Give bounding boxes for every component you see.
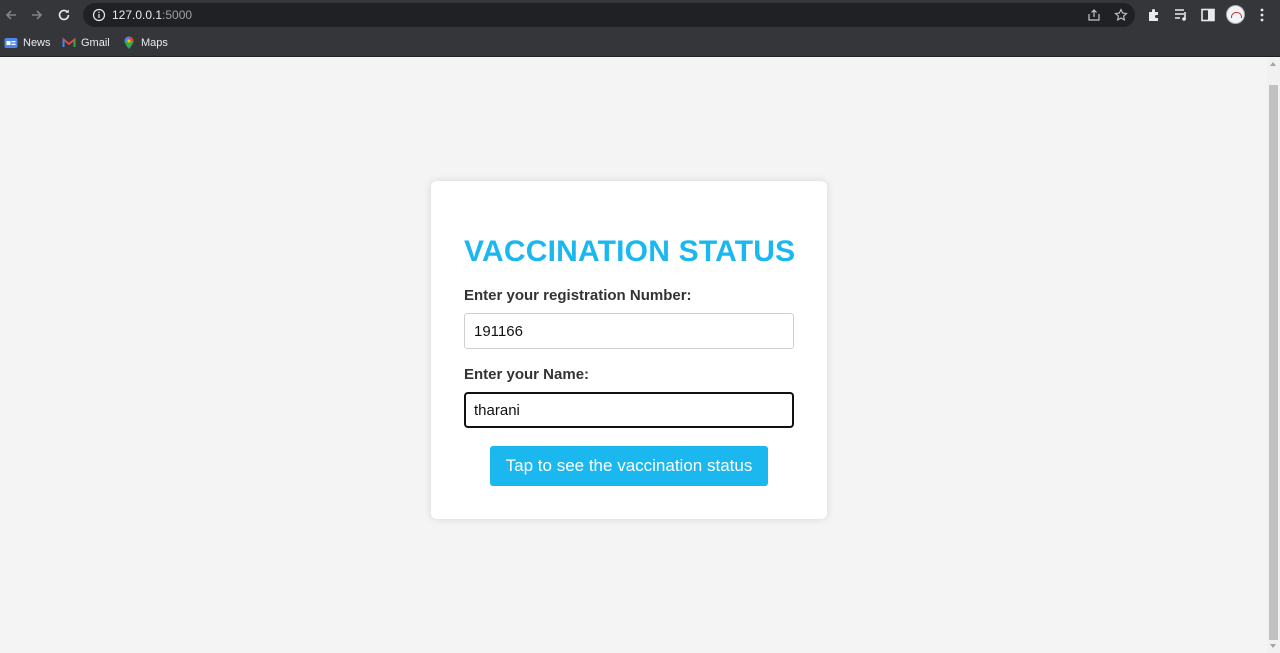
bookmark-gmail[interactable]: Gmail bbox=[62, 36, 110, 50]
gmail-icon bbox=[62, 37, 76, 47]
url-text: 127.0.0.1:5000 bbox=[112, 8, 192, 22]
page-title: VACCINATION STATUS bbox=[464, 235, 796, 268]
reload-icon bbox=[58, 9, 70, 21]
star-icon[interactable] bbox=[1114, 8, 1128, 22]
profile-avatar[interactable] bbox=[1226, 5, 1245, 24]
bookmark-news[interactable]: News bbox=[4, 36, 51, 50]
extensions-icon[interactable] bbox=[1146, 7, 1162, 23]
scroll-thumb[interactable] bbox=[1269, 85, 1278, 640]
bookmark-label: Gmail bbox=[81, 37, 110, 49]
side-panel-icon[interactable] bbox=[1200, 7, 1216, 23]
back-button[interactable] bbox=[1, 5, 21, 25]
bookmarks-bar: News Gmail Maps bbox=[0, 30, 1280, 57]
maps-icon bbox=[124, 36, 134, 49]
page-scrollbar[interactable] bbox=[1267, 58, 1280, 653]
name-input[interactable] bbox=[464, 392, 794, 428]
arrow-right-icon bbox=[32, 10, 43, 20]
info-icon[interactable] bbox=[92, 8, 106, 22]
address-bar[interactable]: 127.0.0.1:5000 bbox=[83, 3, 1135, 27]
media-control-icon[interactable] bbox=[1173, 7, 1189, 23]
registration-number-label: Enter your registration Number: bbox=[464, 287, 692, 304]
news-icon bbox=[4, 38, 18, 48]
url-host: 127.0.0.1 bbox=[112, 8, 163, 22]
reload-button[interactable] bbox=[54, 5, 74, 25]
bookmark-maps[interactable]: Maps bbox=[122, 36, 168, 50]
kebab-menu-icon[interactable] bbox=[1254, 7, 1270, 23]
scroll-up-icon[interactable] bbox=[1270, 62, 1276, 66]
bookmark-label: Maps bbox=[141, 37, 168, 49]
check-status-button[interactable]: Tap to see the vaccination status bbox=[490, 446, 768, 486]
arrow-left-icon bbox=[5, 10, 16, 20]
url-port: :5000 bbox=[162, 8, 193, 22]
bookmark-label: News bbox=[23, 37, 51, 49]
registration-number-input[interactable] bbox=[464, 313, 794, 349]
name-label: Enter your Name: bbox=[464, 366, 590, 383]
scroll-down-icon[interactable] bbox=[1270, 644, 1276, 648]
forward-button[interactable] bbox=[27, 5, 47, 25]
vaccination-form-card: VACCINATION STATUS Enter your registrati… bbox=[431, 181, 827, 519]
browser-toolbar: 127.0.0.1:5000 bbox=[0, 0, 1280, 30]
share-icon[interactable] bbox=[1087, 8, 1101, 22]
